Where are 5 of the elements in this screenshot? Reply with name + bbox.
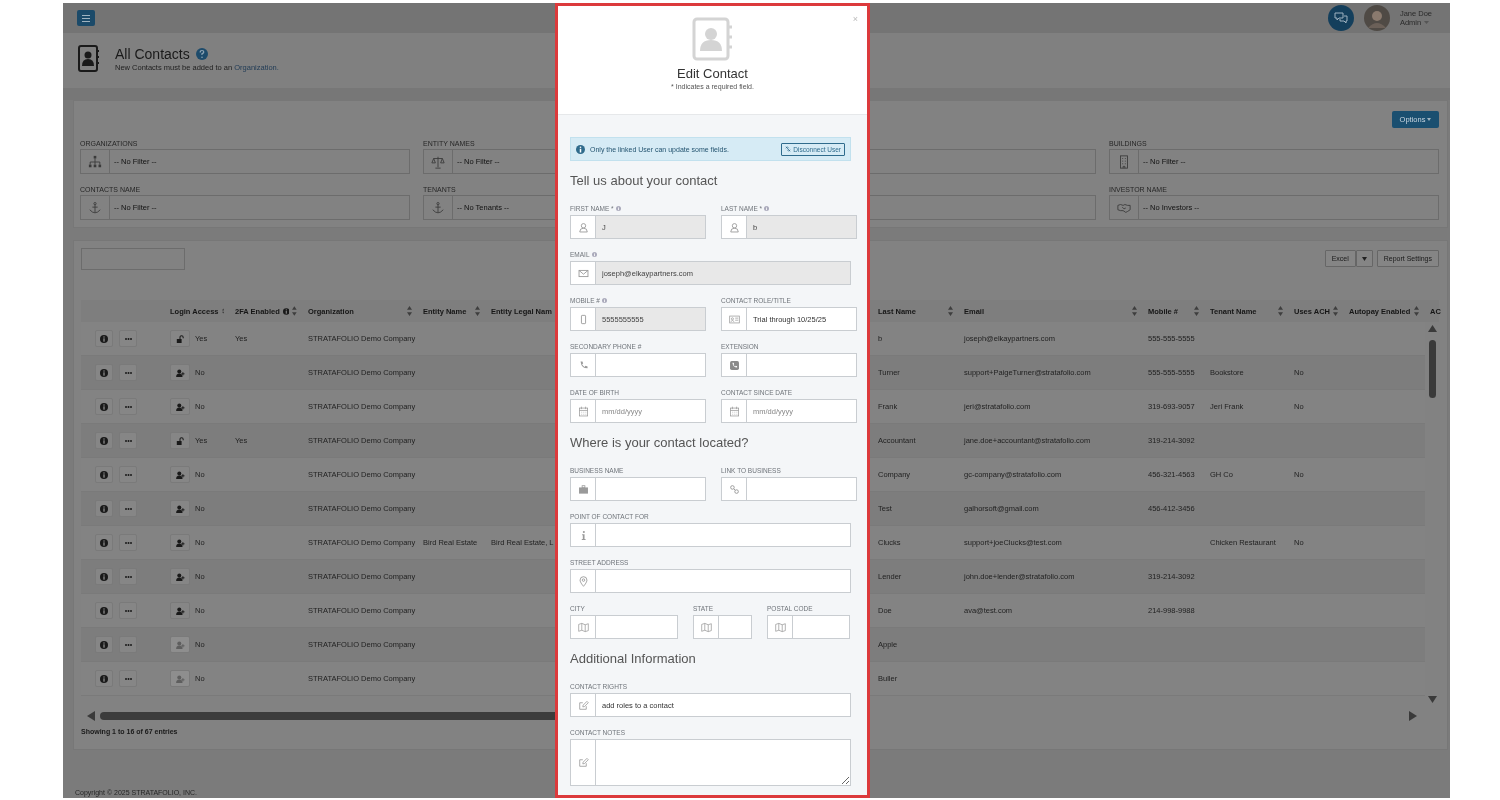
section-heading: Where is your contact located?: [570, 434, 750, 452]
page-title: All Contacts: [115, 45, 190, 62]
dialog-title: Edit Contact: [677, 66, 748, 81]
section-heading: Additional Information: [570, 650, 697, 668]
section-heading: Tell us about your contact: [570, 172, 719, 190]
